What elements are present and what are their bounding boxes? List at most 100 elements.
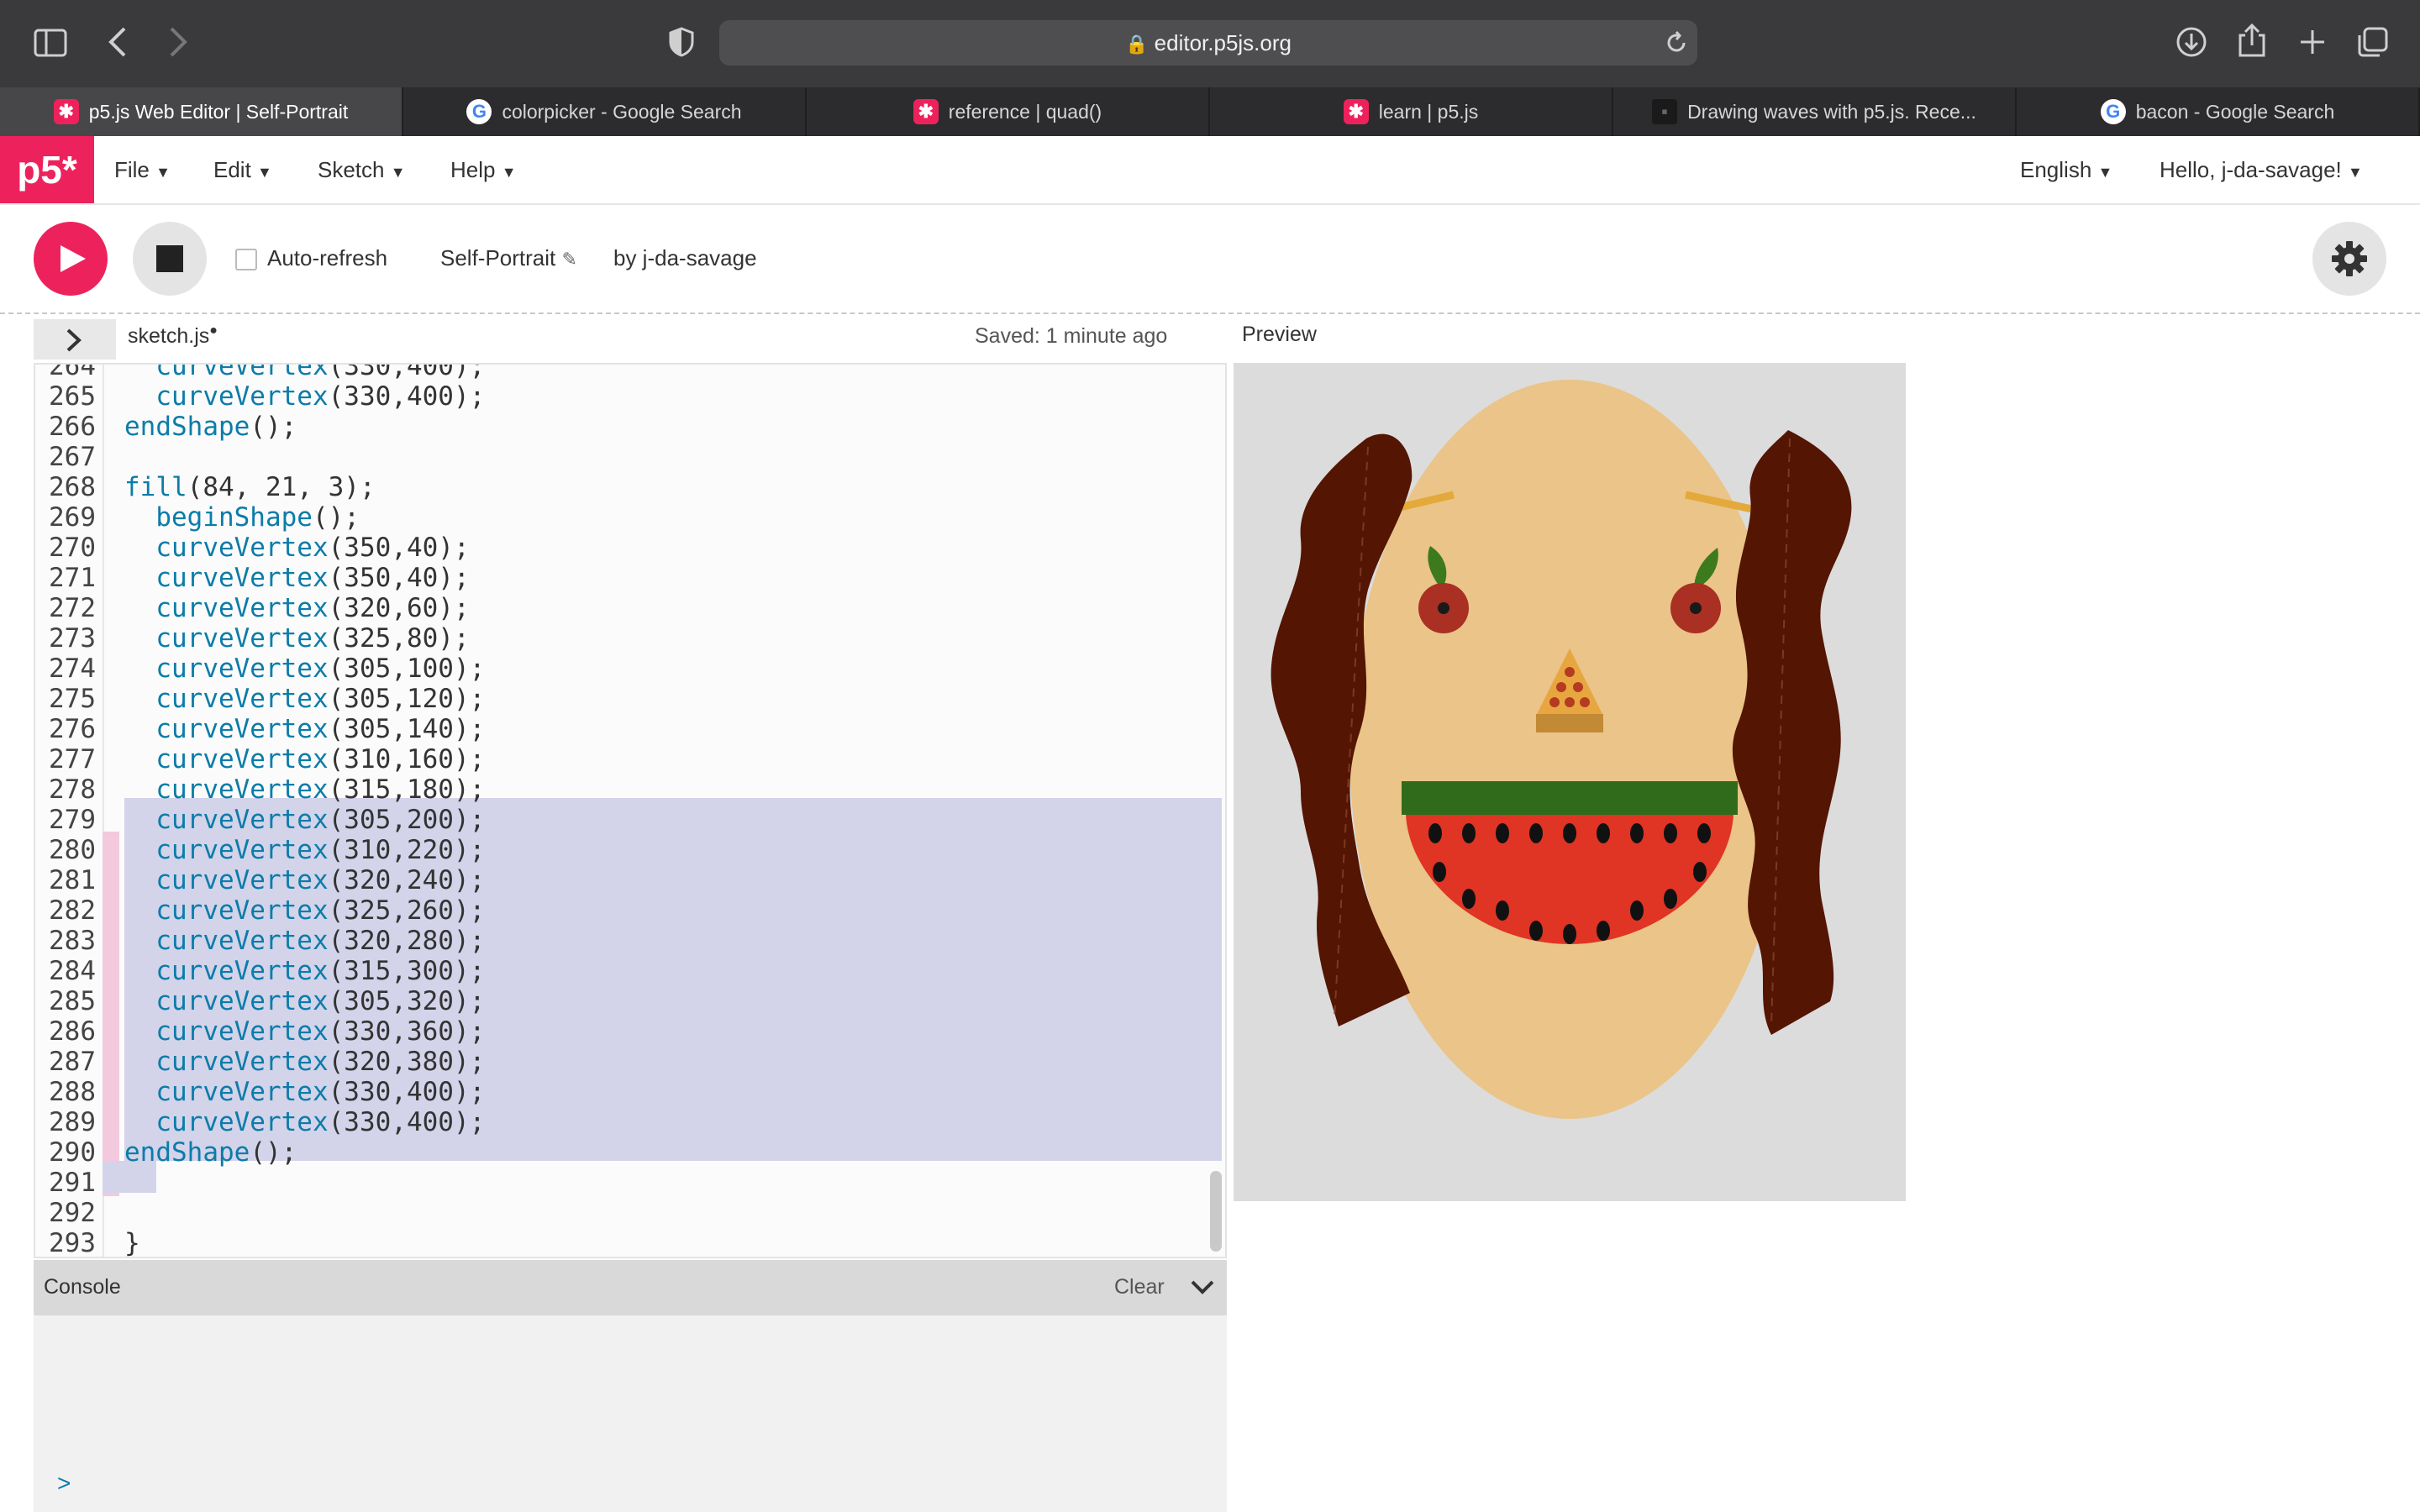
sketch-name[interactable]: Self-Portrait ✎	[440, 245, 577, 271]
auto-refresh-checkbox[interactable]	[235, 249, 257, 270]
stop-button[interactable]	[133, 222, 207, 296]
sketch-canvas[interactable]	[1234, 363, 1906, 1201]
browser-tab-title: p5.js Web Editor | Self-Portrait	[88, 100, 349, 123]
browser-tab[interactable]: ▪ Drawing waves with p5.js. Rece...	[1613, 87, 2017, 136]
sidebar-icon[interactable]	[34, 29, 67, 62]
console-prompt[interactable]: >	[57, 1470, 71, 1497]
code-line[interactable]: }	[124, 1228, 140, 1257]
code-line[interactable]: curveVertex(320,60);	[124, 593, 469, 623]
line-number: 270	[49, 533, 96, 563]
browser-tab-title: bacon - Google Search	[2135, 100, 2335, 123]
code-line[interactable]: curveVertex(330,400);	[124, 1107, 485, 1137]
browser-tab[interactable]: Gcolorpicker - Google Search	[403, 87, 807, 136]
code-line[interactable]: curveVertex(350,40);	[124, 533, 469, 563]
line-number: 293	[49, 1228, 96, 1258]
code-function: beginShape	[155, 502, 313, 533]
code-line[interactable]: curveVertex(330,400);	[124, 1077, 485, 1107]
browser-tab[interactable]: ✱ p5.js Web Editor | Self-Portrait	[0, 87, 403, 136]
editor-scrollbar[interactable]	[1210, 1171, 1222, 1252]
line-number: 292	[49, 1198, 96, 1228]
settings-button[interactable]	[2312, 222, 2386, 296]
download-icon[interactable]	[2175, 25, 2208, 63]
code-line[interactable]: curveVertex(305,100);	[124, 654, 485, 684]
file-tab[interactable]: sketch.js●	[128, 323, 218, 349]
chevron-down-icon[interactable]	[1190, 1278, 1215, 1295]
forward-icon[interactable]	[168, 25, 188, 64]
line-number: 275	[49, 684, 96, 714]
language-menu[interactable]: English ▼	[2020, 136, 2112, 203]
play-button[interactable]	[34, 222, 108, 296]
code-editor[interactable]: 264 curveVertex(330,400); 265 curveVertex…	[34, 363, 1227, 1258]
code-line[interactable]: curveVertex(310,220);	[124, 835, 485, 865]
address-bar[interactable]: 🔒 editor.p5js.org	[719, 20, 1697, 66]
menu-file[interactable]: File ▼	[114, 136, 171, 203]
code-line[interactable]: curveVertex(325,80);	[124, 623, 470, 654]
user-menu[interactable]: Hello, j-da-savage! ▼	[2160, 136, 2363, 203]
lock-icon: 🔒	[1125, 34, 1149, 55]
code-line[interactable]: curveVertex(315,180);	[124, 774, 485, 805]
share-icon[interactable]	[2237, 22, 2267, 63]
code-line[interactable]: curveVertex(330,400);	[124, 365, 485, 381]
new-tab-icon[interactable]	[2297, 27, 2328, 61]
pencil-icon[interactable]: ✎	[562, 249, 577, 270]
code-line[interactable]: curveVertex(325,260);	[124, 895, 485, 926]
browser-tab[interactable]: ✱ learn | p5.js	[1210, 87, 1613, 136]
code-function: curveVertex	[155, 774, 329, 805]
back-icon[interactable]	[108, 25, 128, 64]
sidebar-toggle-button[interactable]	[34, 319, 116, 360]
p5-logo[interactable]: p5*	[0, 136, 94, 203]
tab-overview-icon[interactable]	[2356, 25, 2390, 63]
line-number: 291	[49, 1168, 96, 1198]
pizza-crust	[1536, 714, 1603, 732]
code-line[interactable]: curveVertex(320,280);	[124, 926, 485, 956]
code-line[interactable]: curveVertex(310,160);	[124, 744, 485, 774]
code-line[interactable]: curveVertex(350,40);	[124, 563, 469, 593]
privacy-shield-icon[interactable]	[669, 27, 694, 62]
language-label: English	[2020, 157, 2092, 182]
console-clear-button[interactable]: Clear	[1114, 1275, 1165, 1299]
reload-icon[interactable]	[1664, 30, 1689, 60]
code-line[interactable]: fill(84, 21, 3);	[124, 472, 376, 502]
url-text: editor.p5js.org	[1154, 30, 1292, 55]
menu-edit[interactable]: Edit ▼	[213, 136, 272, 203]
line-number: 288	[49, 1077, 96, 1107]
code-function: curveVertex	[155, 563, 329, 593]
code-line[interactable]: curveVertex(305,200);	[124, 805, 485, 835]
browser-tab[interactable]: Gbacon - Google Search	[2017, 87, 2420, 136]
code-line[interactable]: curveVertex(315,300);	[124, 956, 485, 986]
chevron-down-icon: ▼	[155, 164, 171, 181]
code-line[interactable]: endShape();	[124, 1137, 297, 1168]
user-label: Hello, j-da-savage!	[2160, 157, 2342, 182]
console-output[interactable]: >	[34, 1315, 1227, 1512]
code-line[interactable]: curveVertex(330,360);	[124, 1016, 485, 1047]
browser-tab[interactable]: ✱ reference | quad()	[807, 87, 1210, 136]
code-line[interactable]: endShape();	[124, 412, 297, 442]
code-args: (315,180);	[328, 774, 486, 805]
code-args: (305,140);	[328, 714, 486, 744]
code-function: curveVertex	[155, 895, 329, 926]
code-args: (325,80);	[328, 623, 470, 654]
line-number: 277	[49, 744, 96, 774]
menu-sketch[interactable]: Sketch ▼	[318, 136, 406, 203]
code-line[interactable]: curveVertex(320,240);	[124, 865, 485, 895]
line-number: 284	[49, 956, 96, 986]
left-pupil	[1438, 602, 1449, 614]
code-function: curveVertex	[155, 744, 329, 774]
code-line[interactable]: curveVertex(330,400);	[124, 381, 485, 412]
line-number: 278	[49, 774, 96, 805]
code-line[interactable]: curveVertex(305,140);	[124, 714, 485, 744]
browser-tab-title: reference | quad()	[948, 100, 1102, 123]
stop-icon	[156, 245, 183, 272]
code-line[interactable]: beginShape();	[124, 502, 360, 533]
watermelon-rind	[1402, 781, 1738, 815]
code-function: curveVertex	[155, 1047, 329, 1077]
code-line[interactable]: curveVertex(320,380);	[124, 1047, 485, 1077]
chevron-down-icon: ▼	[2348, 164, 2363, 181]
code-line[interactable]: curveVertex(305,120);	[124, 684, 485, 714]
menu-help[interactable]: Help ▼	[450, 136, 517, 203]
code-line[interactable]: curveVertex(305,320);	[124, 986, 485, 1016]
code-function: endShape	[124, 412, 250, 442]
